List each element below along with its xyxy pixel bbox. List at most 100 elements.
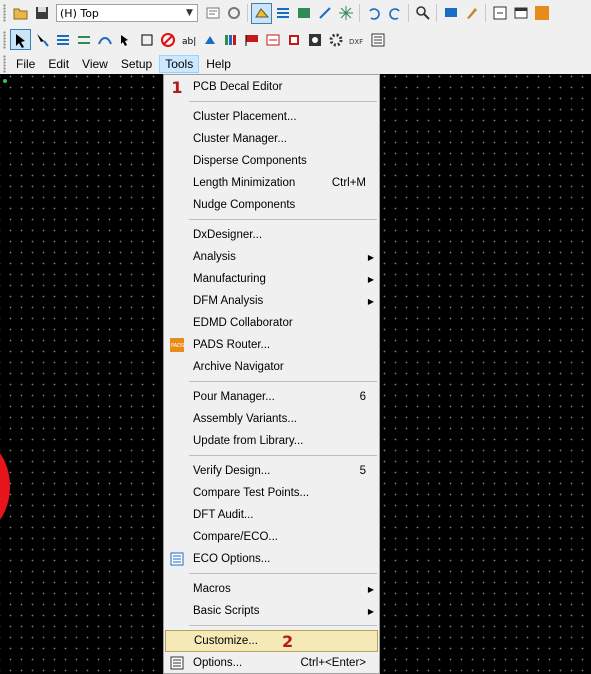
- menu-item-pads-router[interactable]: PADS PADS Router...: [165, 334, 378, 356]
- menu-edit[interactable]: Edit: [42, 55, 75, 73]
- menu-item-disperse-components[interactable]: Disperse Components: [165, 150, 378, 172]
- standard-toolbar: (H) Top ▼: [0, 0, 591, 27]
- menu-item-label: Cluster Manager...: [193, 133, 287, 145]
- menu-item-label: ECO Options...: [193, 553, 271, 565]
- menu-item-dxdesigner[interactable]: DxDesigner...: [165, 224, 378, 246]
- menu-item-shortcut: Ctrl+<Enter>: [300, 657, 366, 669]
- menu-item-pour-manager[interactable]: Pour Manager... 6: [165, 386, 378, 408]
- menu-item-label: Archive Navigator: [193, 361, 284, 373]
- menu-item-compare-eco[interactable]: Compare/ECO...: [165, 526, 378, 548]
- sketch-route-icon[interactable]: [95, 30, 114, 49]
- stretch-icon[interactable]: [137, 30, 156, 49]
- menu-tools[interactable]: Tools: [159, 54, 200, 73]
- menu-item-macros[interactable]: Macros ▶: [165, 578, 378, 600]
- save-icon[interactable]: [32, 4, 51, 23]
- menu-separator: [189, 573, 377, 574]
- spread-icon[interactable]: [200, 30, 219, 49]
- undo-icon[interactable]: [364, 4, 383, 23]
- redo-icon[interactable]: [385, 4, 404, 23]
- properties-icon[interactable]: [203, 4, 222, 23]
- menu-separator: [189, 381, 377, 382]
- menu-item-pcb-decal-editor[interactable]: 1 PCB Decal Editor: [165, 76, 378, 98]
- options-icon: [165, 652, 189, 673]
- draft-toolbar-icon[interactable]: [315, 4, 334, 23]
- flag-icon[interactable]: [242, 30, 261, 49]
- menu-item-edmd-collaborator[interactable]: EDMD Collaborator: [165, 312, 378, 334]
- menu-item-customize[interactable]: Customize... 2: [165, 630, 378, 652]
- menu-item-analysis[interactable]: Analysis ▶: [165, 246, 378, 268]
- window-icon[interactable]: [511, 4, 530, 23]
- menu-item-assembly-variants[interactable]: Assembly Variants...: [165, 408, 378, 430]
- menu-item-dfm-analysis[interactable]: DFM Analysis ▶: [165, 290, 378, 312]
- layer-dropdown[interactable]: (H) Top ▼: [56, 4, 198, 22]
- menu-item-label: DFM Analysis: [193, 295, 264, 307]
- library-icon[interactable]: [221, 30, 240, 49]
- menu-item-dft-audit[interactable]: DFT Audit...: [165, 504, 378, 526]
- select-filter-icon[interactable]: [441, 4, 460, 23]
- menu-item-cluster-manager[interactable]: Cluster Manager...: [165, 128, 378, 150]
- menu-item-label: EDMD Collaborator: [193, 317, 293, 329]
- toolbar-grip[interactable]: [3, 30, 6, 49]
- menu-item-cluster-placement[interactable]: Cluster Placement...: [165, 106, 378, 128]
- toolbar-divider: [359, 4, 360, 22]
- dimension-toolbar-icon[interactable]: [294, 4, 313, 23]
- menu-view[interactable]: View: [76, 55, 114, 73]
- text-icon[interactable]: ab|: [179, 30, 198, 49]
- open-icon[interactable]: [11, 4, 30, 23]
- menu-item-nudge-components[interactable]: Nudge Components: [165, 194, 378, 216]
- menu-setup[interactable]: Setup: [115, 55, 158, 73]
- menu-item-label: Disperse Components: [193, 155, 307, 167]
- toolbar-grip[interactable]: [3, 4, 6, 22]
- menu-item-label: Basic Scripts: [193, 605, 260, 617]
- no-icon[interactable]: [158, 30, 177, 49]
- menu-item-label: Update from Library...: [193, 435, 304, 447]
- redraw-icon[interactable]: [224, 4, 243, 23]
- menu-file[interactable]: File: [10, 55, 41, 73]
- menu-item-label: Verify Design...: [193, 465, 271, 477]
- dxf-icon[interactable]: DXF: [347, 30, 366, 49]
- gear-icon[interactable]: [326, 30, 345, 49]
- move-icon[interactable]: [116, 30, 135, 49]
- menu-item-label: PCB Decal Editor: [193, 81, 283, 93]
- menubar-grip[interactable]: [3, 54, 6, 73]
- dynamic-route-icon[interactable]: [74, 30, 93, 49]
- submenu-arrow-icon: ▶: [367, 606, 374, 616]
- menu-item-label: DxDesigner...: [193, 229, 263, 241]
- toolbar-divider: [485, 4, 486, 22]
- tools-menu: 1 PCB Decal Editor Cluster Placement... …: [163, 74, 380, 674]
- menu-item-verify-design[interactable]: Verify Design... 5: [165, 460, 378, 482]
- menu-item-archive-navigator[interactable]: Archive Navigator: [165, 356, 378, 378]
- add-route-icon[interactable]: [53, 30, 72, 49]
- menu-separator: [189, 455, 377, 456]
- menu-separator: [189, 101, 377, 102]
- design-toolbar: ab| DXF: [0, 26, 591, 54]
- menu-item-shortcut: Ctrl+M: [331, 177, 366, 189]
- via-icon[interactable]: [305, 30, 324, 49]
- cleanup-icon[interactable]: [462, 4, 481, 23]
- component-icon[interactable]: [263, 30, 282, 49]
- add-connection-icon[interactable]: [32, 30, 51, 49]
- submenu-arrow-icon: ▶: [367, 252, 374, 262]
- submenu-arrow-icon: ▶: [367, 274, 374, 284]
- menu-item-manufacturing[interactable]: Manufacturing ▶: [165, 268, 378, 290]
- menu-item-label: PADS Router...: [193, 339, 271, 351]
- session-icon[interactable]: [490, 4, 509, 23]
- zoom-icon[interactable]: [413, 4, 432, 23]
- design-toolbar-icon[interactable]: [251, 2, 272, 24]
- step-1-badge: 1: [171, 77, 183, 97]
- route-toolbar-icon[interactable]: [273, 4, 292, 23]
- menu-item-basic-scripts[interactable]: Basic Scripts ▶: [165, 600, 378, 622]
- menu-item-compare-test-points[interactable]: Compare Test Points...: [165, 482, 378, 504]
- menu-item-update-from-library[interactable]: Update from Library...: [165, 430, 378, 452]
- menu-item-length-minimization[interactable]: Length Minimization Ctrl+M: [165, 172, 378, 194]
- pads-icon[interactable]: [532, 4, 551, 23]
- menu-item-eco-options[interactable]: ECO Options...: [165, 548, 378, 570]
- eco-toolbar-icon[interactable]: [336, 4, 355, 23]
- menu-item-options[interactable]: Options... Ctrl+<Enter>: [165, 652, 378, 673]
- menu-help[interactable]: Help: [200, 55, 237, 73]
- submenu-arrow-icon: ▶: [367, 296, 374, 306]
- select-mode-icon[interactable]: [10, 29, 31, 50]
- menu-separator: [189, 219, 377, 220]
- list-icon[interactable]: [368, 30, 387, 49]
- chip-icon[interactable]: [284, 30, 303, 49]
